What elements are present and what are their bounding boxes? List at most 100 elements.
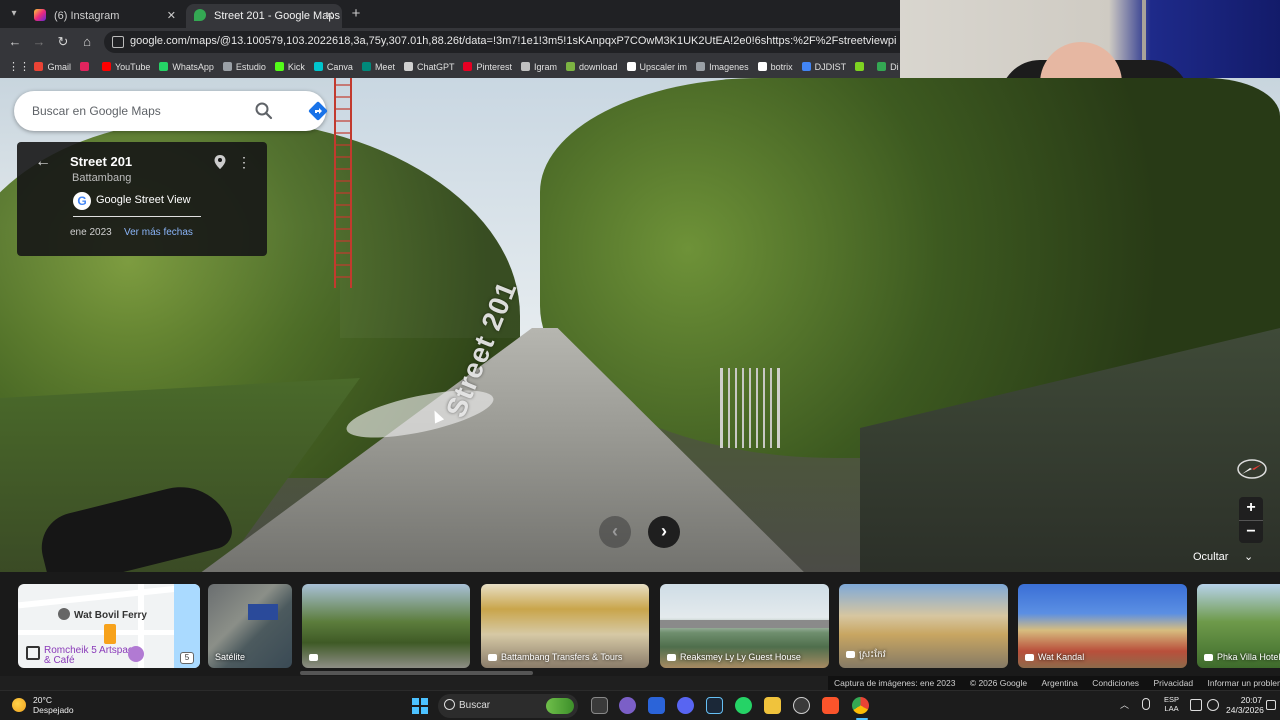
maps-search-input[interactable] (32, 101, 242, 121)
task-view-icon[interactable] (591, 697, 608, 714)
search-highlight-icon (546, 698, 574, 714)
bookmark-item[interactable]: download (566, 56, 618, 78)
map-place-icon (58, 608, 70, 620)
photo-thumbnail[interactable]: Battambang Transfers & Tours (481, 584, 649, 668)
photo-thumbnail[interactable]: ស្រះកែវ (839, 584, 1008, 668)
bookmark-item[interactable]: Upscaler im (626, 56, 688, 78)
close-tab-icon[interactable]: ✕ (325, 4, 334, 28)
report-problem-link[interactable]: Informar un problema (1208, 678, 1280, 688)
location-pin-icon[interactable] (213, 154, 227, 170)
directions-icon[interactable] (308, 101, 328, 121)
chevron-down-icon[interactable]: ⌄ (1244, 550, 1253, 563)
back-arrow-icon[interactable]: ← (35, 154, 51, 170)
compass-icon[interactable] (1236, 458, 1268, 480)
copilot-icon[interactable] (619, 697, 636, 714)
close-tab-icon[interactable]: ✕ (167, 4, 176, 28)
zoom-in-button[interactable]: + (1239, 497, 1263, 519)
url-text[interactable]: google.com/maps/@13.100579,103.2022618,3… (130, 35, 896, 47)
photo-thumbnail-strip: Wat Bovil Ferry Romcheik 5 Artspace & Ca… (0, 572, 1280, 676)
bookmark-favicon-icon (696, 62, 706, 71)
thumbnail-caption: ស្រះកែវ (846, 649, 886, 662)
bookmark-item[interactable]: Igram (521, 56, 557, 78)
weather-moon-icon[interactable] (12, 698, 26, 712)
bookmark-item[interactable] (855, 56, 868, 78)
bookmark-item[interactable]: Estudio (222, 56, 266, 78)
gear-icon[interactable] (793, 697, 810, 714)
country-link[interactable]: Argentina (1042, 678, 1078, 688)
chevron-up-icon[interactable]: ︿ (1120, 698, 1129, 711)
keyboard-language[interactable]: ESP LAA (1164, 695, 1179, 713)
whatsapp-icon[interactable] (735, 697, 752, 714)
thumbnail-caption (309, 652, 322, 662)
bookmark-item[interactable]: botrix (757, 56, 793, 78)
mini-map-thumbnail[interactable]: Wat Bovil Ferry Romcheik 5 Artspace & Ca… (18, 584, 200, 668)
network-icon[interactable] (1190, 699, 1202, 711)
photo-thumbnail[interactable]: Wat Kandal (1018, 584, 1187, 668)
place-title: Street 201 (70, 154, 133, 169)
windows-taskbar: 20°C Despejado Buscar ︿ ESP LAA 20:07 24 (0, 690, 1280, 720)
bookmark-item[interactable]: Meet (361, 56, 395, 78)
chrome-icon[interactable] (852, 697, 869, 714)
volume-icon[interactable] (1207, 699, 1219, 711)
bookmark-item[interactable]: WhatsApp (159, 56, 214, 78)
notes-app-icon[interactable] (648, 697, 665, 714)
provider-label: Google Street View (96, 194, 191, 206)
bookmark-item[interactable]: ChatGPT (403, 56, 454, 78)
zoom-out-button[interactable]: − (1239, 520, 1263, 542)
site-info-icon[interactable] (112, 36, 124, 48)
hide-thumbnails-button[interactable]: Ocultar (1193, 551, 1228, 563)
search-icon[interactable] (254, 101, 274, 121)
address-bar[interactable]: google.com/maps/@13.100579,103.2022618,3… (104, 31, 900, 53)
microphone-icon[interactable] (1142, 698, 1150, 710)
weather-condition: Despejado (33, 705, 74, 715)
terms-link[interactable]: Condiciones (1092, 678, 1139, 688)
photo-thumbnail[interactable] (302, 584, 470, 668)
apps-grid-icon[interactable]: ⋮⋮ (8, 56, 30, 78)
forward-arrow-icon[interactable]: → (30, 33, 48, 51)
divider (73, 216, 201, 217)
more-options-icon[interactable]: ⋮ (237, 154, 251, 170)
bookmark-item[interactable]: Gmail (34, 56, 71, 78)
bookmark-label: Kick (287, 62, 305, 72)
notifications-icon[interactable] (1266, 700, 1276, 710)
back-arrow-icon[interactable]: ← (6, 33, 24, 51)
tab-instagram[interactable]: (6) Instagram ✕ (26, 4, 184, 28)
new-tab-button[interactable]: + (346, 4, 366, 24)
privacy-link[interactable]: Privacidad (1153, 678, 1193, 688)
bookmark-item[interactable]: Canva (313, 56, 353, 78)
bookmark-item[interactable] (79, 56, 93, 78)
route-number-badge: 5 (180, 652, 194, 664)
brave-browser-icon[interactable] (822, 697, 839, 714)
windows-start-icon[interactable] (412, 698, 428, 714)
reload-icon[interactable]: ↻ (54, 33, 72, 51)
satellite-thumbnail[interactable]: Satélite (208, 584, 292, 668)
steam-icon[interactable] (706, 697, 723, 714)
expand-map-icon[interactable] (26, 646, 40, 660)
bookmark-label: Upscaler im (639, 62, 688, 72)
bookmark-item[interactable]: Di (877, 56, 899, 78)
bookmark-item[interactable]: Kick (274, 56, 305, 78)
file-explorer-icon[interactable] (764, 697, 781, 714)
photo-thumbnail[interactable]: Reaksmey Ly Ly Guest House (660, 584, 829, 668)
bookmark-favicon-icon (101, 62, 111, 71)
weather-widget[interactable]: 20°C Despejado (33, 695, 74, 715)
bookmark-item[interactable]: Imagenes (696, 56, 749, 78)
thumbnail-caption: Reaksmey Ly Ly Guest House (667, 652, 801, 662)
clock[interactable]: 20:07 24/3/2026 (1226, 695, 1264, 715)
next-photo-button[interactable]: › (648, 516, 680, 548)
discord-icon[interactable] (677, 697, 694, 714)
copyright: © 2026 Google (969, 678, 1028, 688)
tab-search-chevron-icon[interactable]: ▾ (6, 6, 22, 22)
bookmark-label: Canva (326, 62, 353, 72)
previous-photo-button[interactable]: ‹ (599, 516, 631, 548)
photo-thumbnail[interactable]: Phka Villa Hotel (1197, 584, 1280, 668)
bookmark-item[interactable]: DJDIST (801, 56, 846, 78)
maps-footer: Captura de imágenes: ene 2023 © 2026 Goo… (828, 676, 1280, 690)
thumbnail-scrollbar[interactable] (300, 671, 533, 675)
bookmark-item[interactable]: Pinterest (463, 56, 512, 78)
see-more-dates-link[interactable]: Ver más fechas (124, 227, 193, 238)
taskbar-search[interactable]: Buscar (438, 694, 578, 718)
tab-google-maps[interactable]: Street 201 - Google Maps ✕ (186, 4, 342, 28)
home-icon[interactable]: ⌂ (78, 33, 96, 51)
bookmark-item[interactable]: YouTube (101, 56, 150, 78)
